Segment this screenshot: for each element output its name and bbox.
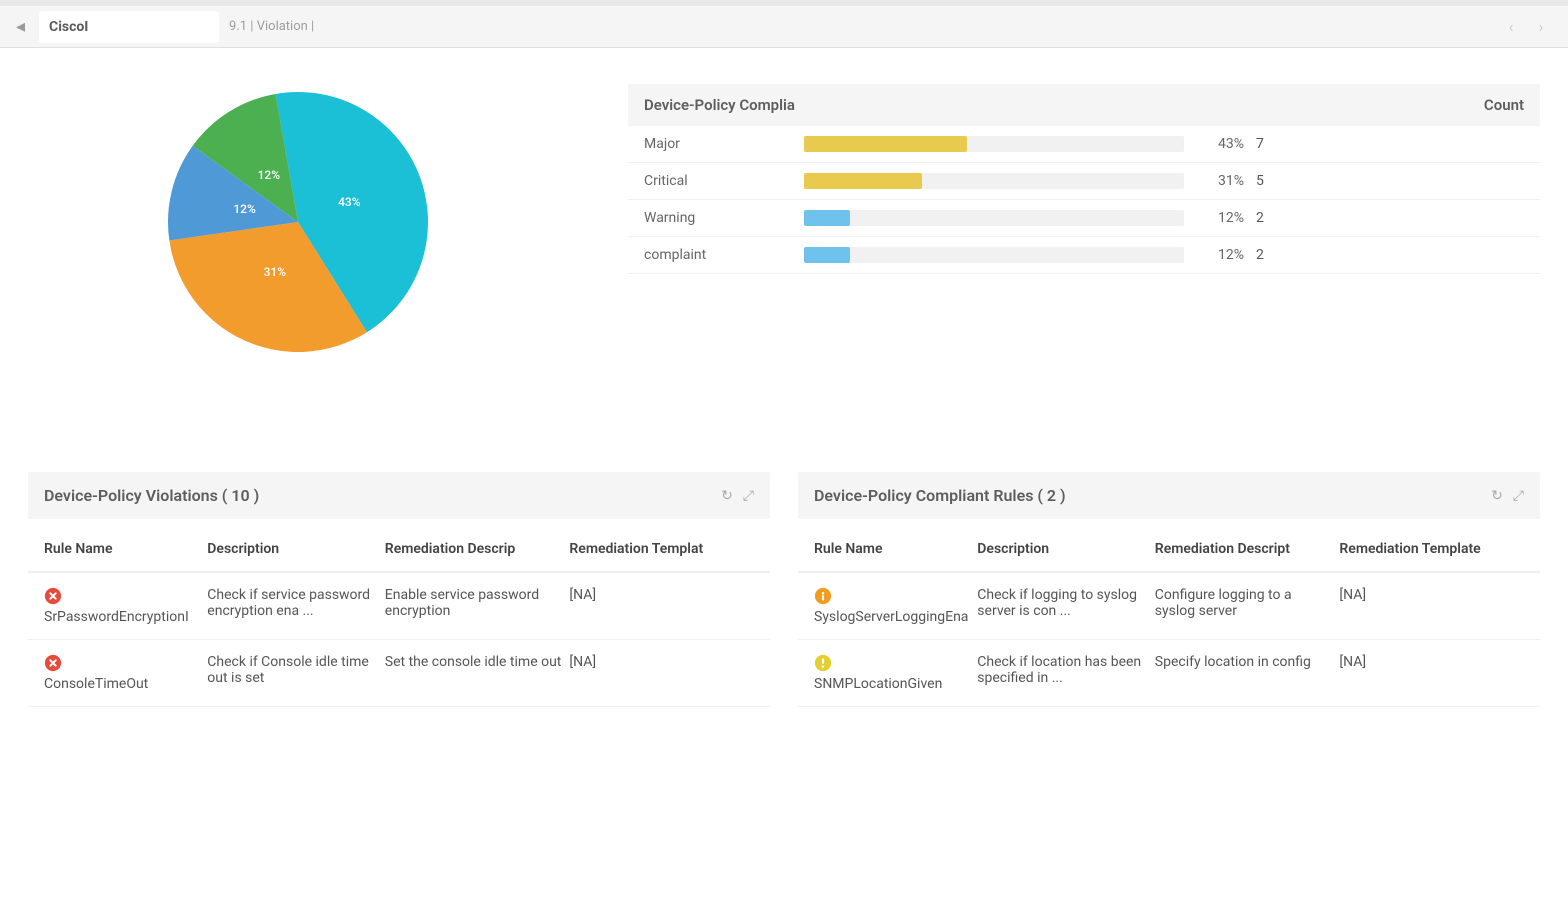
compliance-bar-fill: [804, 210, 850, 226]
cell-description: Check if logging to syslog server is con…: [977, 587, 1155, 619]
cell-rule-name: SrPasswordEncryptionI: [44, 587, 207, 625]
pie-slice-label: 12%: [258, 168, 280, 182]
top-row: 43% 31% 12% 12% Device-Policy Complia Count…: [28, 84, 1540, 352]
expand-icon[interactable]: ⤢: [1513, 488, 1524, 504]
panel-header-icons: ↻ ⤢: [1491, 488, 1524, 504]
compliance-bar: [804, 173, 1184, 189]
tables-row: Device-Policy Violations ( 10 ) ↻ ⤢ Rule…: [28, 472, 1540, 707]
cell-remediation-desc: Configure logging to a syslog server: [1155, 587, 1340, 619]
violations-panel-header: Device-Policy Violations ( 10 ) ↻ ⤢: [28, 472, 770, 519]
refresh-icon[interactable]: ↻: [1491, 488, 1503, 504]
expand-icon[interactable]: ⤢: [743, 488, 754, 504]
warn-icon: [814, 654, 832, 672]
compliance-row-percent: 12%: [1196, 247, 1244, 263]
page-header: ◂ CiscoI 9.1 | Violation | ‹ ›: [0, 0, 1568, 48]
cell-remediation-desc: Enable service password encryption: [385, 587, 570, 619]
pie-chart-panel: 43% 31% 12% 12%: [28, 84, 568, 352]
compliance-row-percent: 31%: [1196, 173, 1244, 189]
violations-table-head: Rule Name Description Remediation Descri…: [28, 519, 770, 573]
compliance-row-percent: 43%: [1196, 136, 1244, 152]
compliance-bar-fill: [804, 136, 967, 152]
col-header-remd: Remediation Descript: [1155, 541, 1340, 557]
col-header-rule: Rule Name: [44, 541, 207, 557]
compliance-row-count: 2: [1256, 247, 1264, 263]
col-header-rule: Rule Name: [814, 541, 977, 557]
compliance-row-count: 2: [1256, 210, 1264, 226]
page-content: 43% 31% 12% 12% Device-Policy Complia Count…: [0, 84, 1568, 747]
compliant-panel: Device-Policy Compliant Rules ( 2 ) ↻ ⤢ …: [798, 472, 1540, 707]
header-nav: ‹ ›: [1500, 16, 1552, 38]
compliance-row: Major 43% 7: [628, 126, 1540, 163]
compliance-row-name: Critical: [644, 173, 804, 189]
pie-slice-label: 43%: [338, 195, 360, 209]
table-row[interactable]: ConsoleTimeOut Check if Console idle tim…: [28, 640, 770, 707]
cell-rule-name: SNMPLocationGiven: [814, 654, 977, 692]
cell-remediation-desc: Specify location in config: [1155, 654, 1340, 670]
violations-panel: Device-Policy Violations ( 10 ) ↻ ⤢ Rule…: [28, 472, 770, 707]
compliance-header-label: Device-Policy Complia: [644, 96, 1204, 114]
cell-description: Check if location has been specified in …: [977, 654, 1155, 686]
col-header-remt: Remediation Templat: [569, 541, 754, 557]
header-title-box: CiscoI: [39, 11, 219, 43]
compliance-bar: [804, 247, 1184, 263]
compliance-bar-fill: [804, 247, 850, 263]
refresh-icon[interactable]: ↻: [721, 488, 733, 504]
compliance-row: Critical 31% 5: [628, 163, 1540, 200]
compliance-row: Warning 12% 2: [628, 200, 1540, 237]
cell-remediation-template: [NA]: [569, 587, 754, 603]
compliance-row-percent: 12%: [1196, 210, 1244, 226]
cell-description: Check if service password encryption ena…: [207, 587, 385, 619]
cell-remediation-template: [NA]: [1339, 654, 1524, 670]
next-icon[interactable]: ›: [1530, 16, 1552, 38]
prev-icon[interactable]: ‹: [1500, 16, 1522, 38]
compliance-bar: [804, 210, 1184, 226]
table-row[interactable]: SNMPLocationGiven Check if location has …: [798, 640, 1540, 707]
cell-rule-name: SyslogServerLoggingEna: [814, 587, 977, 625]
cell-remediation-desc: Set the console idle time out: [385, 654, 570, 670]
violations-title: Device-Policy Violations ( 10 ): [44, 486, 259, 505]
compliance-row: complaint 12% 2: [628, 237, 1540, 274]
compliance-header: Device-Policy Complia Count: [628, 84, 1540, 126]
device-name: CiscoI: [49, 19, 88, 35]
breadcrumb: 9.1 | Violation |: [229, 19, 314, 34]
col-header-desc: Description: [207, 541, 385, 557]
compliance-row-name: Major: [644, 136, 804, 152]
compliance-row-count: 5: [1256, 173, 1264, 189]
error-icon: [44, 587, 62, 605]
error-icon: [44, 654, 62, 672]
compliance-row-name: Warning: [644, 210, 804, 226]
compliant-title: Device-Policy Compliant Rules ( 2 ): [814, 486, 1066, 505]
cell-description: Check if Console idle time out is set: [207, 654, 385, 686]
pie-slice-label: 12%: [233, 202, 255, 216]
compliance-row-name: complaint: [644, 247, 804, 263]
compliance-bar-fill: [804, 173, 922, 189]
panel-header-icons: ↻ ⤢: [721, 488, 754, 504]
table-row[interactable]: SrPasswordEncryptionI Check if service p…: [28, 573, 770, 640]
compliant-table-head: Rule Name Description Remediation Descri…: [798, 519, 1540, 573]
compliance-bar: [804, 136, 1184, 152]
cell-remediation-template: [NA]: [1339, 587, 1524, 603]
table-row[interactable]: SyslogServerLoggingEna Check if logging …: [798, 573, 1540, 640]
back-icon[interactable]: ◂: [16, 16, 25, 37]
compliance-row-count: 7: [1256, 136, 1264, 152]
warn-icon: [814, 587, 832, 605]
pie-chart: 43% 31% 12% 12%: [168, 92, 428, 352]
col-header-desc: Description: [977, 541, 1155, 557]
cell-remediation-template: [NA]: [569, 654, 754, 670]
compliance-panel: Device-Policy Complia Count Major 43% 7 …: [628, 84, 1540, 352]
pie-svg: [147, 71, 448, 372]
pie-slice-label: 31%: [264, 265, 286, 279]
col-header-remt: Remediation Template: [1339, 541, 1524, 557]
cell-rule-name: ConsoleTimeOut: [44, 654, 207, 692]
compliant-panel-header: Device-Policy Compliant Rules ( 2 ) ↻ ⤢: [798, 472, 1540, 519]
col-header-remd: Remediation Descrip: [385, 541, 570, 557]
compliance-header-count: Count: [1484, 96, 1524, 114]
